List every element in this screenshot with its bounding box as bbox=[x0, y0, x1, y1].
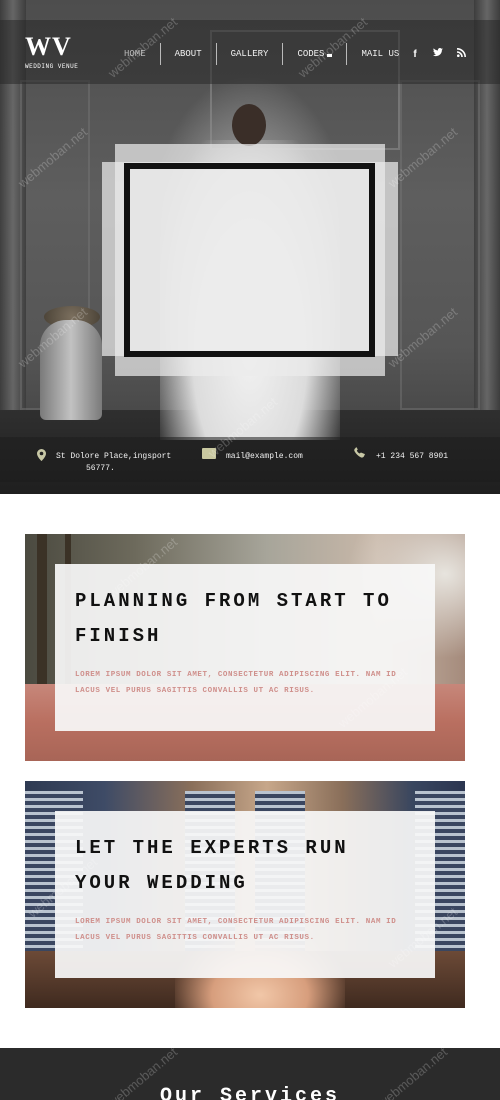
stone-urn bbox=[40, 320, 102, 420]
nav-gallery-label: GALLERY bbox=[230, 49, 269, 59]
card-panel: LET THE EXPERTS RUN YOUR WEDDING LOREM I… bbox=[55, 811, 435, 978]
feature-card-experts: LET THE EXPERTS RUN YOUR WEDDING LOREM I… bbox=[25, 781, 465, 1008]
hero-frame bbox=[124, 163, 375, 357]
email-link[interactable]: mail@example.com bbox=[226, 451, 303, 463]
services-title: Our Services bbox=[159, 1085, 341, 1100]
site-logo[interactable]: WV WEDDING VENUE bbox=[25, 32, 79, 71]
facebook-icon[interactable]: f bbox=[410, 49, 420, 60]
feature-card-planning: PLANNING FROM START TO FINISH LOREM IPSU… bbox=[25, 534, 465, 761]
social-links: f bbox=[410, 48, 466, 60]
services-section: Our Services bbox=[0, 1048, 500, 1100]
card-text: LOREM IPSUM DOLOR SIT AMET, CONSECTETUR … bbox=[75, 671, 397, 695]
twitter-icon[interactable] bbox=[433, 48, 443, 60]
phone-icon bbox=[354, 447, 365, 461]
card-panel: PLANNING FROM START TO FINISH LOREM IPSU… bbox=[55, 564, 435, 731]
nav-about[interactable]: ABOUT bbox=[161, 43, 217, 65]
wall-panel bbox=[400, 80, 480, 410]
card-text: LOREM IPSUM DOLOR SIT AMET, CONSECTETUR … bbox=[75, 918, 397, 942]
nav-about-label: ABOUT bbox=[174, 49, 202, 59]
card-title: PLANNING FROM START TO FINISH bbox=[75, 590, 392, 647]
nav-gallery[interactable]: GALLERY bbox=[217, 43, 284, 65]
card-title: LET THE EXPERTS RUN YOUR WEDDING bbox=[75, 837, 349, 894]
logo-mark: WV bbox=[25, 32, 72, 61]
nav-home-label: HOME bbox=[124, 49, 146, 59]
caret-down-icon bbox=[327, 54, 333, 57]
bride-head bbox=[232, 104, 266, 146]
main-nav: HOME ABOUT GALLERY CODES MAIL US bbox=[110, 42, 413, 66]
address-line2: 56777. bbox=[86, 464, 115, 473]
address-line1: St Dolore Place,ingsport bbox=[56, 452, 172, 461]
hero-banner: WV WEDDING VENUE HOME ABOUT GALLERY CODE… bbox=[0, 0, 500, 494]
map-pin-icon bbox=[37, 449, 46, 464]
nav-home[interactable]: HOME bbox=[110, 43, 161, 65]
nav-mail-us[interactable]: MAIL US bbox=[347, 43, 413, 65]
logo-subtitle: WEDDING VENUE bbox=[25, 63, 79, 70]
phone-link[interactable]: +1 234 567 8901 bbox=[376, 451, 448, 463]
envelope-icon bbox=[202, 448, 216, 459]
nav-mail-us-label: MAIL US bbox=[361, 49, 400, 59]
rss-icon[interactable] bbox=[456, 48, 466, 60]
nav-codes-label: CODES bbox=[297, 49, 325, 59]
nav-codes[interactable]: CODES bbox=[283, 43, 348, 65]
